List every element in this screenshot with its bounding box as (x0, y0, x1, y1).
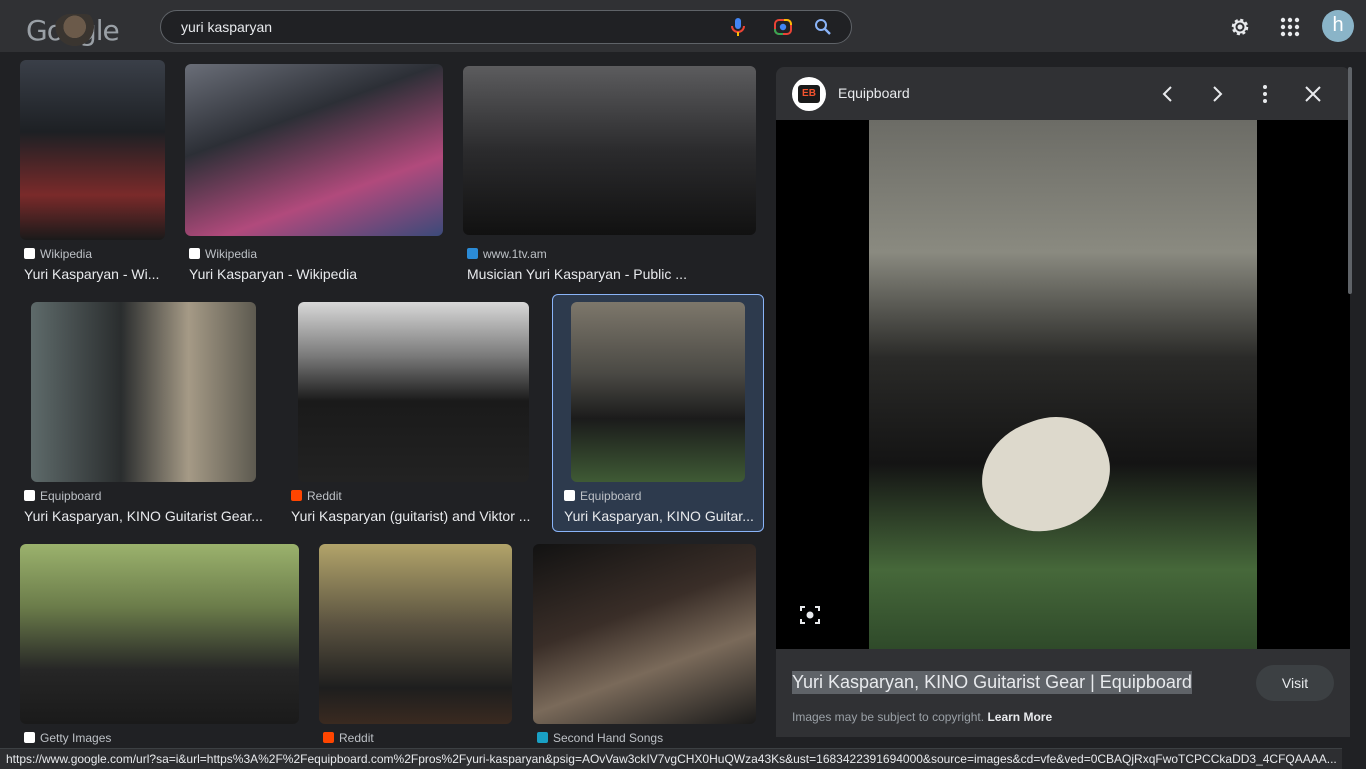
result-source: Wikipedia (189, 247, 257, 261)
result-source: Equipboard (24, 489, 101, 503)
result-thumbnail[interactable] (463, 66, 756, 235)
result-thumbnail[interactable] (185, 64, 443, 236)
result-thumbnail[interactable] (298, 302, 529, 482)
result-thumbnail[interactable] (571, 302, 745, 482)
wikipedia-icon (24, 248, 35, 259)
preview-photo (869, 120, 1257, 649)
panel-scrollbar[interactable] (1348, 67, 1352, 294)
copyright-text: Images may be subject to copyright. (792, 710, 985, 724)
image-preview-panel: EB Equipboard Yuri Kasparyan, KINO Guita… (776, 67, 1350, 737)
preview-title[interactable]: Yuri Kasparyan, KINO Guitarist Gear | Eq… (792, 671, 1192, 694)
account-avatar[interactable]: h (1322, 10, 1354, 42)
result-title[interactable]: Yuri Kasparyan - Wikipedia (189, 266, 444, 282)
panel-header: EB Equipboard (776, 67, 1350, 120)
settings-gear-icon[interactable] (1229, 16, 1251, 38)
doodle-image (54, 14, 100, 46)
apps-grid-icon[interactable] (1280, 17, 1300, 37)
result-source: Second Hand Songs (537, 731, 663, 745)
result-thumbnail[interactable] (31, 302, 256, 482)
more-options-icon[interactable] (1254, 83, 1276, 105)
equipboard-icon (24, 490, 35, 501)
result-source: Getty Images (24, 731, 111, 745)
microphone-icon[interactable] (730, 17, 746, 37)
google-logo[interactable]: Google (26, 12, 120, 48)
learn-more-link[interactable]: Learn More (987, 710, 1052, 724)
result-source: Reddit (323, 731, 374, 745)
panel-site-name[interactable]: Equipboard (838, 85, 910, 101)
shs-icon (537, 732, 548, 743)
result-thumbnail[interactable] (533, 544, 756, 724)
wikipedia-icon (189, 248, 200, 259)
status-bar-url: https://www.google.com/url?sa=i&url=http… (0, 748, 1342, 769)
result-source: Reddit (291, 489, 342, 503)
result-source: Equipboard (564, 489, 641, 503)
top-bar: Google yuri kasparyan (0, 0, 1366, 52)
getty-icon (24, 732, 35, 743)
result-title[interactable]: Yuri Kasparyan, KINO Guitarist Gear... (24, 508, 264, 524)
result-title[interactable]: Yuri Kasparyan, KINO Guitar... (564, 508, 754, 524)
result-thumbnail[interactable] (319, 544, 512, 724)
preview-image[interactable] (776, 120, 1350, 649)
logo-letters: EB (798, 85, 820, 103)
result-thumbnail[interactable] (20, 60, 165, 240)
search-box[interactable]: yuri kasparyan (160, 10, 852, 44)
equipboard-icon (564, 490, 575, 501)
copyright-notice: Images may be subject to copyright. Lear… (792, 710, 1052, 724)
result-source: Wikipedia (24, 247, 92, 261)
search-input[interactable]: yuri kasparyan (181, 19, 272, 35)
1tv-icon (467, 248, 478, 259)
result-title[interactable]: Yuri Kasparyan - Wi... (24, 266, 164, 282)
equipboard-logo[interactable]: EB (792, 77, 826, 111)
chevron-right-icon[interactable] (1206, 83, 1228, 105)
visit-button[interactable]: Visit (1256, 665, 1334, 701)
result-title[interactable]: Yuri Kasparyan (guitarist) and Viktor ..… (291, 508, 536, 524)
reddit-icon (291, 490, 302, 501)
google-lens-icon[interactable] (773, 17, 793, 37)
reddit-icon (323, 732, 334, 743)
visual-search-icon[interactable] (799, 604, 821, 626)
close-icon[interactable] (1302, 83, 1324, 105)
chevron-left-icon[interactable] (1157, 83, 1179, 105)
result-title[interactable]: Musician Yuri Kasparyan - Public ... (467, 266, 757, 282)
search-icon[interactable] (814, 17, 832, 37)
result-source: www.1tv.am (467, 247, 547, 261)
result-thumbnail[interactable] (20, 544, 299, 724)
